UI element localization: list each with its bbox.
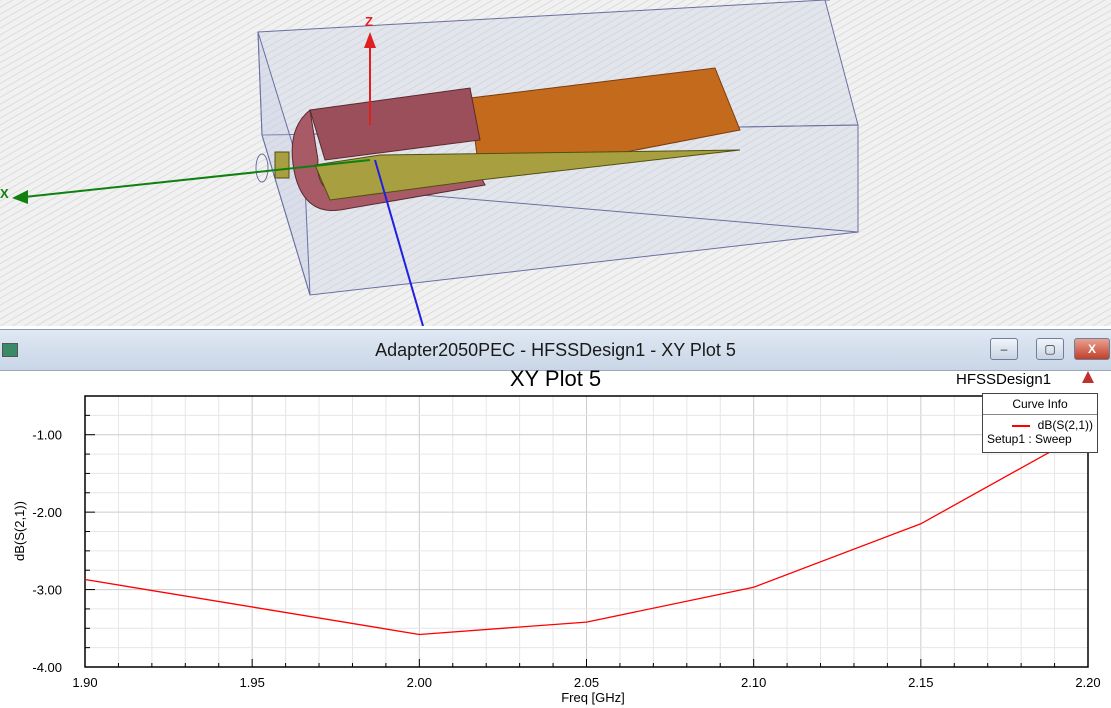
- close-button[interactable]: X: [1074, 338, 1110, 360]
- legend-line-swatch: [1011, 424, 1030, 427]
- minimize-button[interactable]: ‒: [990, 338, 1018, 360]
- xy-plot[interactable]: 1.90 1.95 2.00 2.05 2.10 2.15 2.20 -1.00 -2.00 -3…: [0, 369, 1111, 708]
- x-tick-label: 1.95: [240, 675, 265, 690]
- 3d-model-view: Z X: [0, 0, 1111, 326]
- 3d-model-viewport[interactable]: Z X: [0, 0, 1111, 326]
- y-axis-label: dB(S(2,1)): [12, 501, 27, 561]
- x-tick-label: 2.20: [1075, 675, 1100, 690]
- x-tick-label: 2.00: [407, 675, 432, 690]
- x-tick-label: 2.10: [741, 675, 766, 690]
- restore-button[interactable]: ▢: [1036, 338, 1064, 360]
- curve-info-legend[interactable]: Curve Info dB(S(2,1)) Setup1 : Sweep: [982, 393, 1098, 453]
- x-tick-label: 2.05: [574, 675, 599, 690]
- window-title: Adapter2050PEC - HFSSDesign1 - XY Plot 5: [375, 340, 736, 360]
- z-axis-label: Z: [365, 14, 373, 29]
- legend-setup: Setup1 : Sweep: [987, 432, 1072, 446]
- legend-header: Curve Info: [983, 394, 1097, 415]
- x-axis-label: Freq [GHz]: [561, 690, 625, 705]
- x-tick-label: 1.90: [72, 675, 97, 690]
- y-tick-label: -3.00: [32, 583, 62, 598]
- x-axis-label: X: [0, 186, 9, 201]
- y-tick-label: -1.00: [32, 428, 62, 443]
- x-tick-label: 2.15: [908, 675, 933, 690]
- plot-window-titlebar[interactable]: Adapter2050PEC - HFSSDesign1 - XY Plot 5…: [0, 329, 1111, 371]
- legend-curve-name: dB(S(2,1)): [1037, 418, 1093, 432]
- y-tick-label: -4.00: [32, 660, 62, 675]
- y-tick-label: -2.00: [32, 505, 62, 520]
